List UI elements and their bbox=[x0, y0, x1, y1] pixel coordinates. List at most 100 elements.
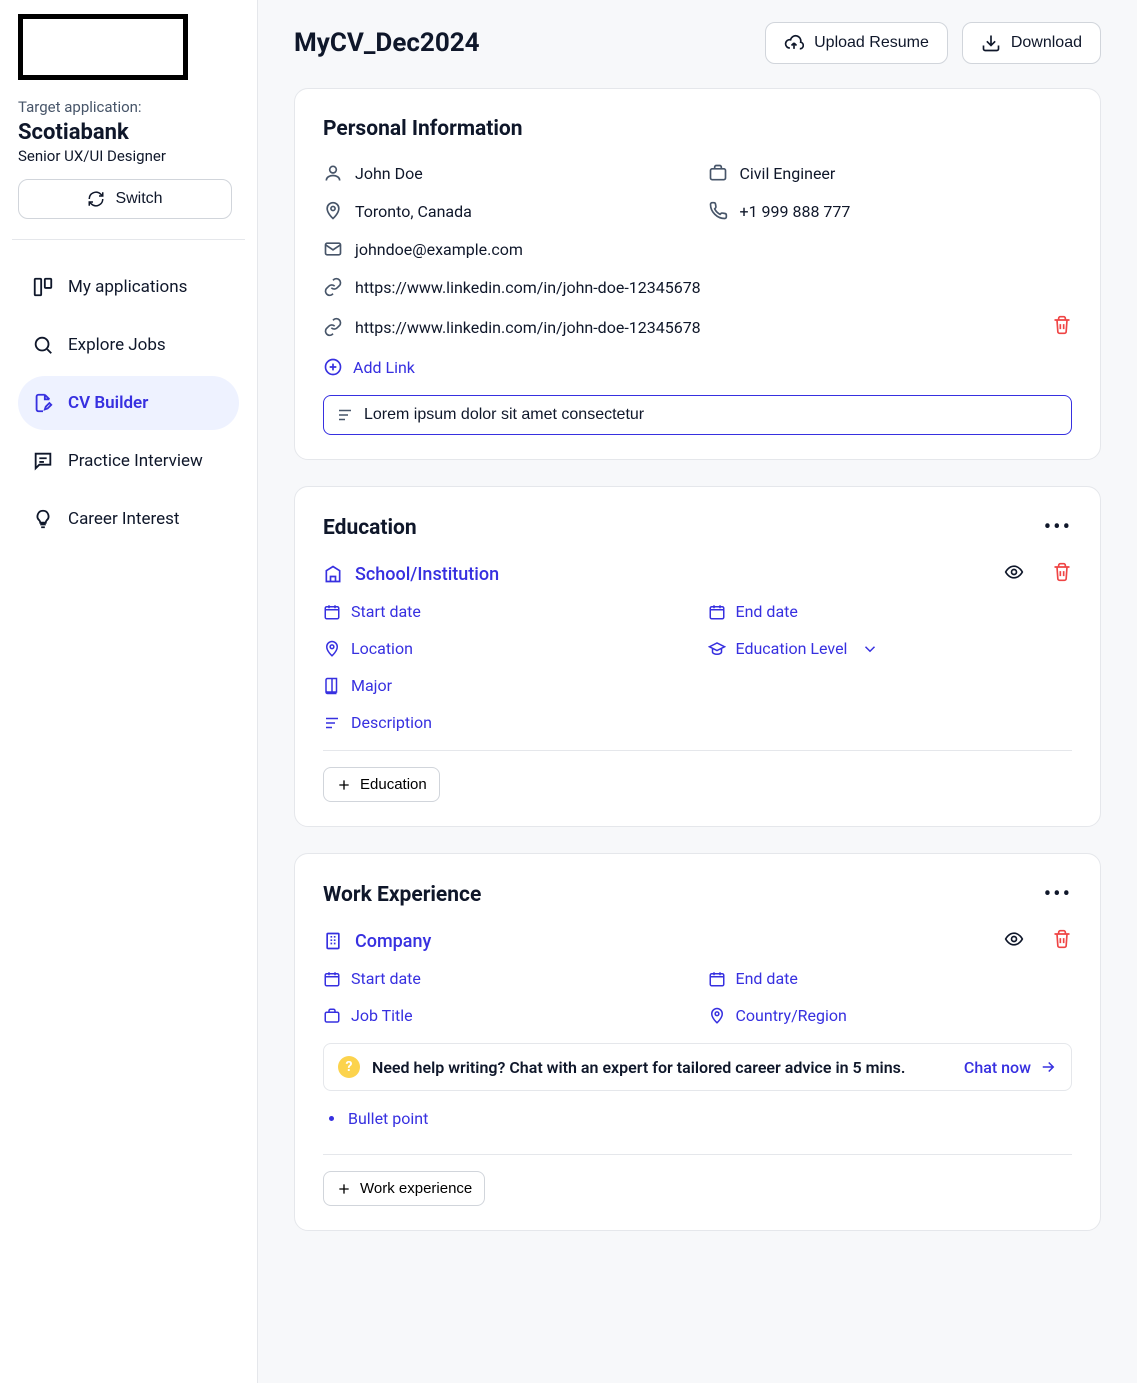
target-application-label: Target application: bbox=[18, 98, 239, 116]
job-title-value: Civil Engineer bbox=[740, 164, 836, 183]
school-field[interactable]: School/Institution bbox=[355, 564, 992, 585]
phone-icon bbox=[708, 201, 728, 221]
building-icon bbox=[323, 564, 343, 584]
mail-icon bbox=[323, 239, 343, 259]
job-title-field[interactable]: Civil Engineer bbox=[708, 163, 1073, 183]
upload-resume-button[interactable]: Upload Resume bbox=[765, 22, 948, 64]
work-more-button[interactable]: ••• bbox=[1044, 882, 1072, 907]
refresh-icon bbox=[87, 190, 105, 208]
trash-icon bbox=[1052, 562, 1072, 582]
chat-now-button[interactable]: Chat now bbox=[964, 1058, 1057, 1077]
switch-label: Switch bbox=[115, 190, 162, 208]
divider bbox=[323, 750, 1072, 751]
plus-icon bbox=[336, 1181, 352, 1197]
education-start-date-field[interactable]: Start date bbox=[323, 602, 688, 621]
book-icon bbox=[323, 677, 341, 695]
delete-work-button[interactable] bbox=[1052, 929, 1072, 953]
work-start-date-field[interactable]: Start date bbox=[323, 969, 688, 988]
chat-now-label: Chat now bbox=[964, 1058, 1031, 1077]
field-label: Major bbox=[351, 676, 392, 695]
personal-info-card: Personal Information John Doe Civil Engi… bbox=[294, 88, 1101, 460]
field-label: Location bbox=[351, 639, 413, 658]
help-icon: ? bbox=[338, 1056, 360, 1078]
education-more-button[interactable]: ••• bbox=[1044, 515, 1072, 540]
calendar-icon bbox=[708, 603, 726, 621]
field-label: Education Level bbox=[736, 639, 848, 658]
map-pin-icon bbox=[323, 640, 341, 658]
briefcase-icon bbox=[323, 1007, 341, 1025]
link-icon bbox=[323, 277, 343, 297]
email-field[interactable]: johndoe@example.com bbox=[323, 239, 1072, 259]
text-lines-icon bbox=[336, 406, 354, 424]
link-value: https://www.linkedin.com/in/john-doe-123… bbox=[355, 318, 701, 337]
education-major-field[interactable]: Major bbox=[323, 676, 1072, 695]
upload-label: Upload Resume bbox=[814, 34, 929, 52]
main-content: MyCV_Dec2024 Upload Resume Download Pers… bbox=[258, 0, 1137, 1383]
logo-placeholder bbox=[18, 14, 188, 80]
map-pin-icon bbox=[708, 1007, 726, 1025]
link-value: https://www.linkedin.com/in/john-doe-123… bbox=[355, 278, 701, 297]
bullet-point-field[interactable]: Bullet point bbox=[323, 1105, 1072, 1144]
plus-icon bbox=[336, 777, 352, 793]
add-work-label: Work experience bbox=[360, 1180, 472, 1197]
description-input-wrapper[interactable] bbox=[323, 395, 1072, 435]
education-end-date-field[interactable]: End date bbox=[708, 602, 1073, 621]
download-button[interactable]: Download bbox=[962, 22, 1101, 64]
topbar: MyCV_Dec2024 Upload Resume Download bbox=[294, 22, 1101, 64]
visibility-toggle[interactable] bbox=[1004, 562, 1024, 586]
target-role: Senior UX/UI Designer bbox=[18, 147, 239, 165]
page-title: MyCV_Dec2024 bbox=[294, 28, 480, 58]
visibility-toggle[interactable] bbox=[1004, 929, 1024, 953]
add-work-button[interactable]: Work experience bbox=[323, 1171, 485, 1206]
add-link-button[interactable]: Add Link bbox=[323, 357, 1072, 377]
add-education-label: Education bbox=[360, 776, 427, 793]
layout-icon bbox=[32, 276, 54, 298]
work-jobtitle-field[interactable]: Job Title bbox=[323, 1006, 688, 1025]
lightbulb-icon bbox=[32, 508, 54, 530]
location-field[interactable]: Toronto, Canada bbox=[323, 201, 688, 221]
bullet-label: Bullet point bbox=[348, 1109, 428, 1128]
arrow-right-icon bbox=[1039, 1058, 1057, 1076]
education-level-field[interactable]: Education Level bbox=[708, 639, 1073, 658]
education-card: Education ••• School/Institution Start d… bbox=[294, 486, 1101, 827]
education-location-field[interactable]: Location bbox=[323, 639, 688, 658]
delete-link-button[interactable] bbox=[1052, 315, 1072, 339]
add-education-button[interactable]: Education bbox=[323, 767, 440, 802]
description-input[interactable] bbox=[364, 406, 1059, 424]
sidebar-item-my-applications[interactable]: My applications bbox=[18, 260, 239, 314]
sidebar-item-career-interest[interactable]: Career Interest bbox=[18, 492, 239, 546]
map-pin-icon bbox=[323, 201, 343, 221]
personal-info-title: Personal Information bbox=[323, 117, 523, 141]
office-building-icon bbox=[323, 931, 343, 951]
sidebar-item-label: CV Builder bbox=[68, 393, 148, 413]
sidebar-item-cv-builder[interactable]: CV Builder bbox=[18, 376, 239, 430]
work-country-field[interactable]: Country/Region bbox=[708, 1006, 1073, 1025]
work-title: Work Experience bbox=[323, 883, 481, 907]
trash-icon bbox=[1052, 929, 1072, 949]
education-description-field[interactable]: Description bbox=[323, 713, 1072, 732]
graduation-cap-icon bbox=[708, 640, 726, 658]
education-entry-header: School/Institution bbox=[323, 562, 1072, 586]
target-company: Scotiabank bbox=[18, 120, 239, 145]
link-row-1[interactable]: https://www.linkedin.com/in/john-doe-123… bbox=[323, 277, 1072, 297]
field-label: End date bbox=[736, 969, 798, 988]
top-actions: Upload Resume Download bbox=[765, 22, 1101, 64]
sidebar-item-label: Career Interest bbox=[68, 509, 179, 529]
phone-field[interactable]: +1 999 888 777 bbox=[708, 201, 1073, 221]
work-end-date-field[interactable]: End date bbox=[708, 969, 1073, 988]
field-label: Job Title bbox=[351, 1006, 413, 1025]
helper-bar: ? Need help writing? Chat with an expert… bbox=[323, 1043, 1072, 1091]
company-field[interactable]: Company bbox=[355, 931, 992, 952]
sidebar-item-explore-jobs[interactable]: Explore Jobs bbox=[18, 318, 239, 372]
field-label: Start date bbox=[351, 602, 421, 621]
field-label: Country/Region bbox=[736, 1006, 847, 1025]
helper-text: Need help writing? Chat with an expert f… bbox=[372, 1058, 952, 1077]
link-row-2[interactable]: https://www.linkedin.com/in/john-doe-123… bbox=[323, 315, 1072, 339]
location-value: Toronto, Canada bbox=[355, 202, 472, 221]
text-lines-icon bbox=[323, 714, 341, 732]
name-field[interactable]: John Doe bbox=[323, 163, 688, 183]
eye-icon bbox=[1004, 929, 1024, 949]
delete-education-button[interactable] bbox=[1052, 562, 1072, 586]
switch-button[interactable]: Switch bbox=[18, 179, 232, 219]
sidebar-item-practice-interview[interactable]: Practice Interview bbox=[18, 434, 239, 488]
